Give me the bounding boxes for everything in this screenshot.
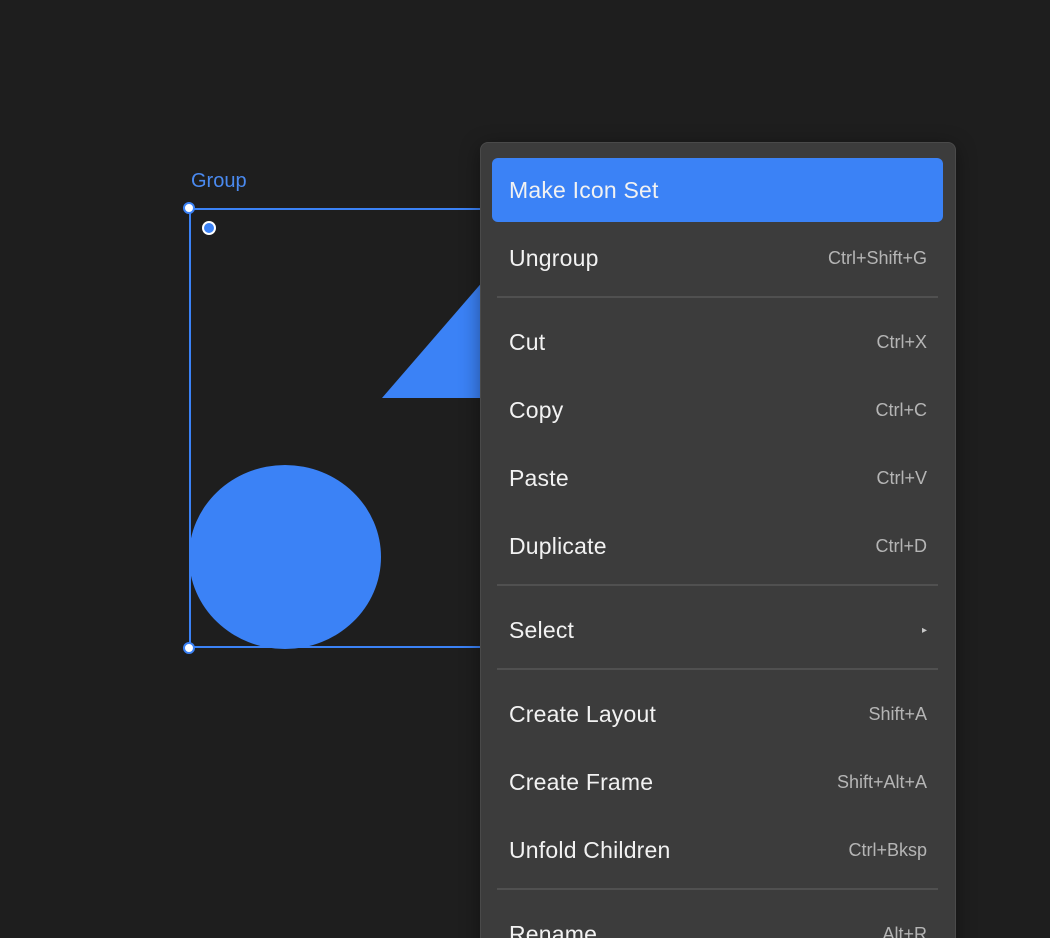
menu-item-label: Cut xyxy=(509,328,546,355)
corner-radius-handle[interactable] xyxy=(202,221,216,235)
resize-handle-top-left[interactable] xyxy=(183,202,195,214)
group-label[interactable]: Group xyxy=(191,170,247,193)
menu-item-unfold-children[interactable]: Unfold Children Ctrl+Bksp xyxy=(492,818,943,882)
chevron-right-icon: ▸ xyxy=(921,624,927,636)
context-menu: Make Icon Set Ungroup Ctrl+Shift+G Cut C… xyxy=(480,142,956,938)
menu-item-shortcut: Ctrl+V xyxy=(876,467,927,488)
menu-item-label: Duplicate xyxy=(509,532,607,559)
menu-item-shortcut: Shift+Alt+A xyxy=(836,771,927,792)
menu-item-label: Make Icon Set xyxy=(509,176,659,203)
menu-item-select[interactable]: Select ▸ xyxy=(492,598,943,662)
menu-item-label: Ungroup xyxy=(509,244,599,271)
menu-item-copy[interactable]: Copy Ctrl+C xyxy=(492,378,943,442)
menu-item-label: Create Layout xyxy=(509,700,657,727)
resize-handle-bottom-left[interactable] xyxy=(183,642,195,654)
menu-item-duplicate[interactable]: Duplicate Ctrl+D xyxy=(492,514,943,578)
menu-item-paste[interactable]: Paste Ctrl+V xyxy=(492,446,943,510)
menu-item-label: Paste xyxy=(509,464,569,491)
menu-item-label: Copy xyxy=(509,396,564,423)
menu-item-label: Unfold Children xyxy=(509,836,671,863)
menu-divider xyxy=(497,584,938,586)
menu-item-ungroup[interactable]: Ungroup Ctrl+Shift+G xyxy=(492,226,943,290)
menu-item-label: Create Frame xyxy=(509,768,654,795)
menu-item-shortcut: Shift+A xyxy=(868,703,927,724)
menu-item-shortcut: Ctrl+D xyxy=(875,535,927,556)
design-canvas[interactable]: Group Make Icon Set Ungroup Ctrl+Shift+G… xyxy=(0,0,1050,938)
menu-item-make-icon-set[interactable]: Make Icon Set xyxy=(492,158,943,222)
selection-bounding-box[interactable] xyxy=(189,208,509,648)
menu-item-shortcut: Ctrl+X xyxy=(876,331,927,352)
menu-item-shortcut: Ctrl+C xyxy=(875,399,927,420)
menu-divider xyxy=(497,296,938,298)
menu-item-cut[interactable]: Cut Ctrl+X xyxy=(492,310,943,374)
menu-item-shortcut: Ctrl+Shift+G xyxy=(827,247,927,268)
menu-item-create-frame[interactable]: Create Frame Shift+Alt+A xyxy=(492,750,943,814)
menu-item-create-layout[interactable]: Create Layout Shift+A xyxy=(492,682,943,746)
menu-item-label: Rename xyxy=(509,920,598,938)
menu-item-label: Select xyxy=(509,616,575,643)
menu-item-rename[interactable]: Rename Alt+R xyxy=(492,902,943,938)
menu-item-shortcut: Ctrl+Bksp xyxy=(848,839,927,860)
menu-item-shortcut: Alt+R xyxy=(882,923,927,938)
menu-divider xyxy=(497,888,938,890)
menu-divider xyxy=(497,668,938,670)
